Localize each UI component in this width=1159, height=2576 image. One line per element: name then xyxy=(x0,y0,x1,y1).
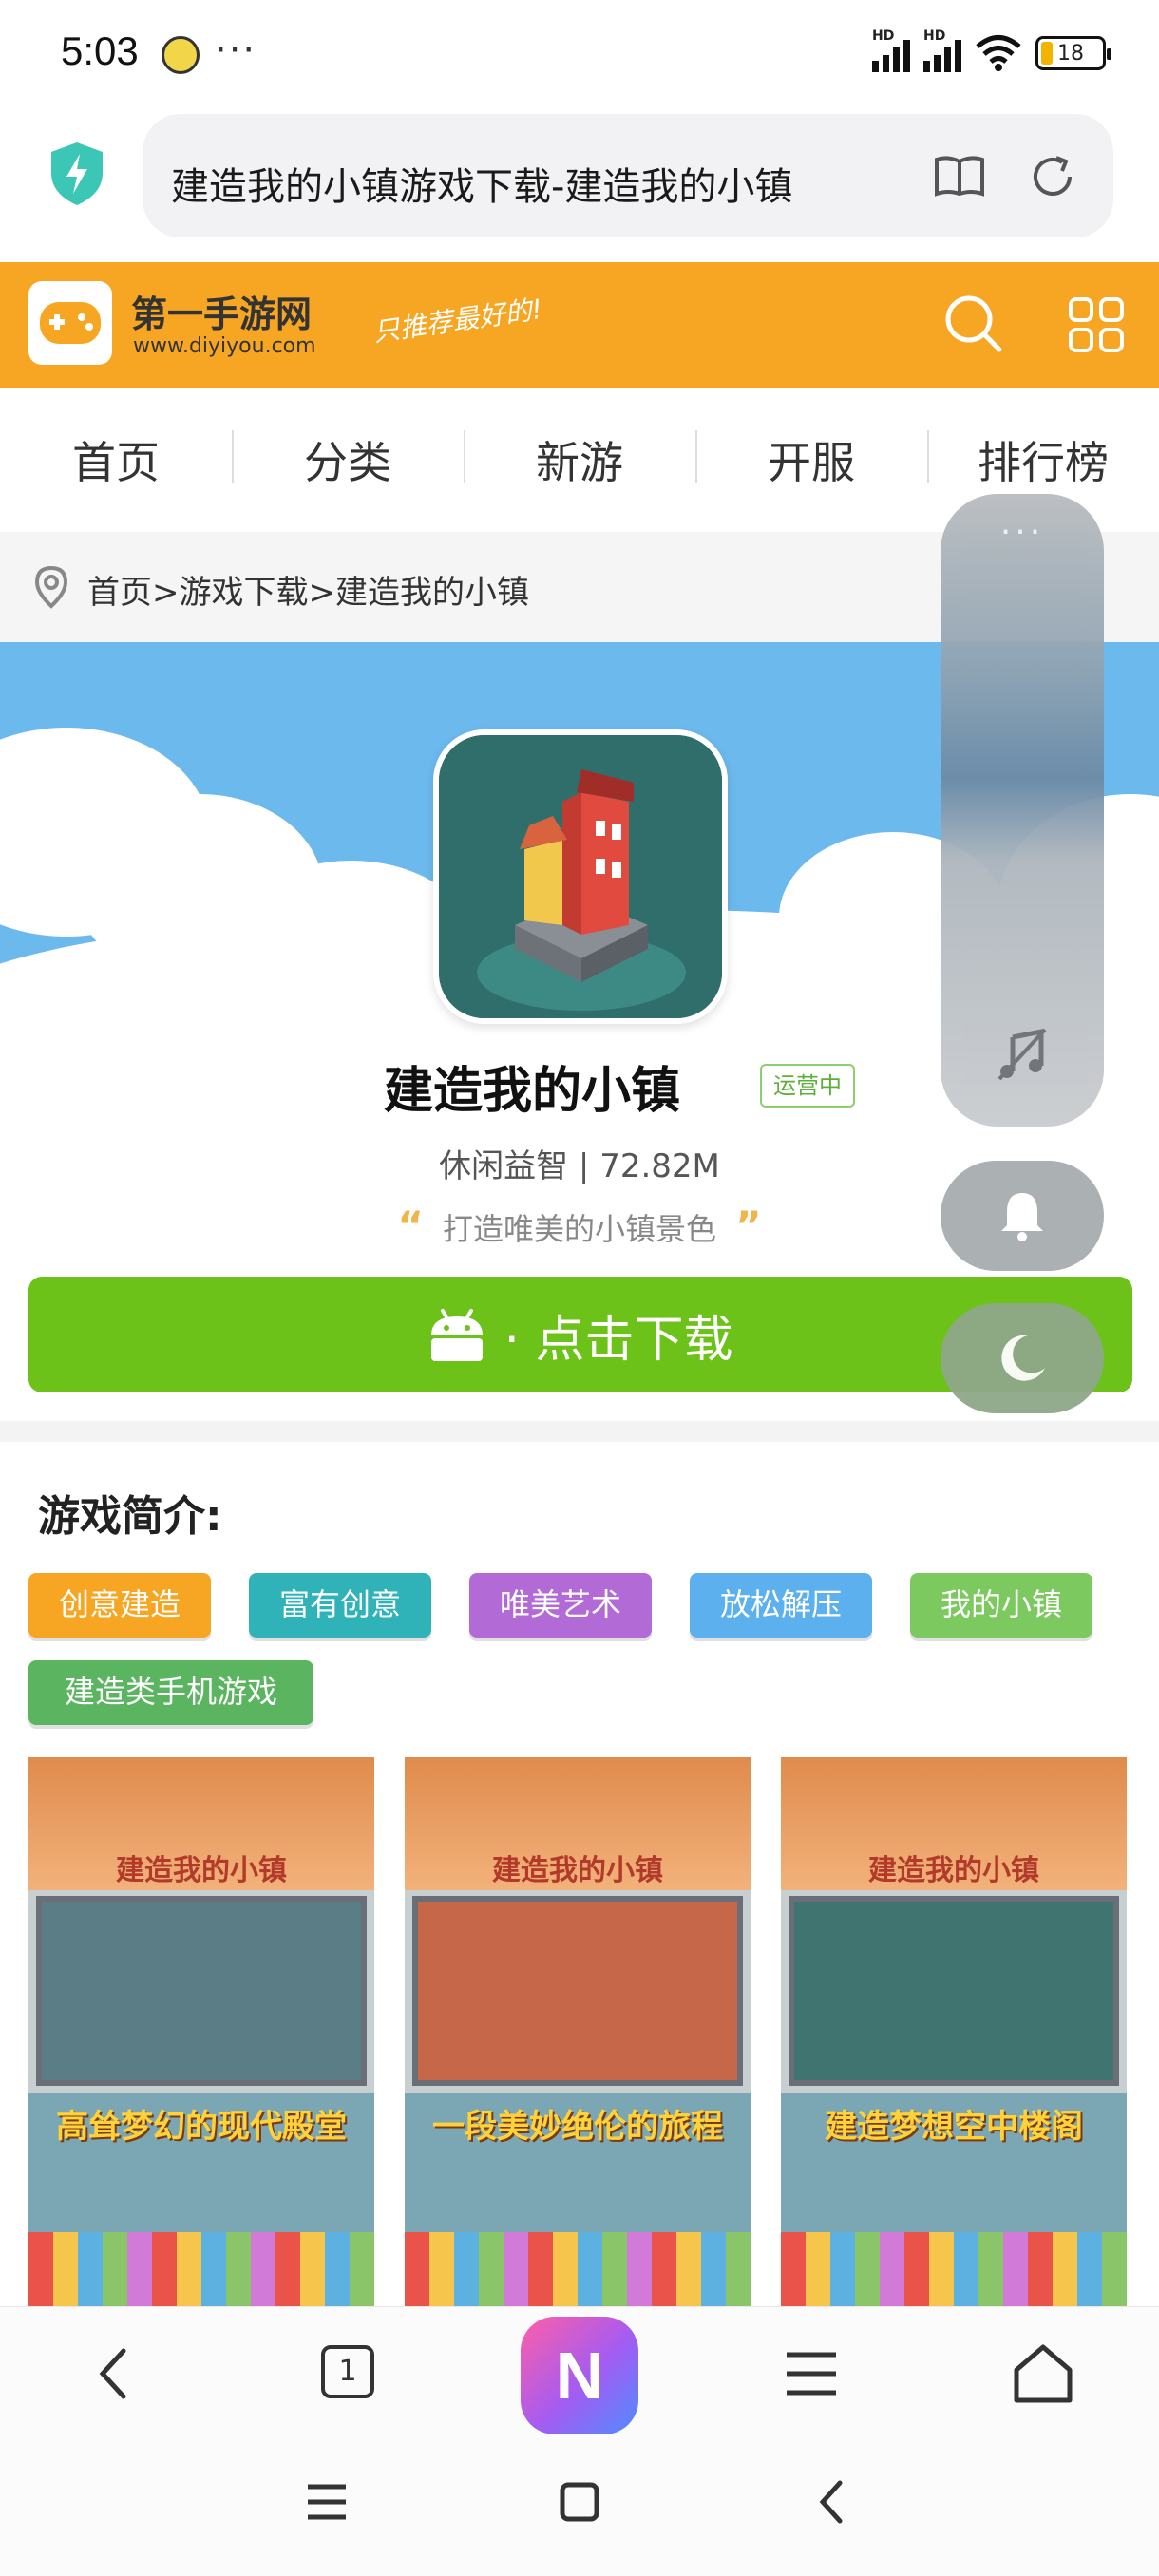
browser-bottom-toolbar: 1 N xyxy=(0,2306,1159,2435)
system-home-icon[interactable] xyxy=(551,2473,608,2530)
screenshot-caption: 建造梦想空中楼阁 xyxy=(825,2108,1083,2146)
search-icon[interactable] xyxy=(940,291,1005,355)
recent-apps-icon[interactable] xyxy=(298,2473,355,2530)
status-indicators: HD HD 18 xyxy=(872,28,1112,72)
download-label: · 点击下载 xyxy=(504,1311,733,1369)
home-icon[interactable] xyxy=(1005,2336,1081,2412)
nav-categories[interactable]: 分类 xyxy=(232,428,464,491)
dark-mode-toggle[interactable] xyxy=(940,1303,1104,1413)
reader-mode-icon[interactable] xyxy=(933,154,986,198)
game-app-icon[interactable] xyxy=(433,729,728,1024)
url-field[interactable]: 建造我的小镇游戏下载-建造我的小镇 xyxy=(142,114,1113,237)
menu-grid-icon[interactable] xyxy=(1068,296,1125,353)
system-navigation-bar xyxy=(0,2435,1159,2576)
nav-rankings[interactable]: 排行榜 xyxy=(927,428,1159,491)
network-type-label: HD xyxy=(872,28,895,44)
android-icon xyxy=(431,1309,484,1361)
nav-new-games[interactable]: 新游 xyxy=(464,428,695,491)
nav-servers[interactable]: 开服 xyxy=(695,428,927,491)
screenshot-logo: 建造我的小镇 xyxy=(492,1854,663,1887)
back-icon[interactable] xyxy=(76,2336,152,2412)
screenshot-thumbnail[interactable]: 建造我的小镇 一段美妙绝伦的旅程 xyxy=(405,1757,750,2308)
town-icon xyxy=(439,735,722,1018)
gamepad-icon xyxy=(40,302,101,344)
site-slogan: 只推荐最好的! xyxy=(370,293,544,349)
battery-level: 18 xyxy=(1057,41,1084,66)
floating-control-panel[interactable]: ··· xyxy=(940,494,1104,1127)
security-shield-icon[interactable] xyxy=(48,141,106,207)
tag-item[interactable]: 建造类手机游戏 xyxy=(28,1660,314,1725)
screenshot-caption: 一段美妙绝伦的旅程 xyxy=(432,2108,723,2146)
panel-more-icon[interactable]: ··· xyxy=(940,513,1104,552)
section-divider xyxy=(0,1421,1159,1442)
screenshot-thumbnail[interactable]: 建造我的小镇 建造梦想空中楼阁 xyxy=(781,1757,1127,2308)
tabs-button[interactable]: 1 xyxy=(321,2345,374,2398)
moon-icon xyxy=(1001,1335,1045,1381)
tag-item[interactable]: 唯美艺术 xyxy=(469,1573,652,1638)
notification-toggle[interactable] xyxy=(940,1161,1104,1271)
tag-item[interactable]: 创意建造 xyxy=(28,1573,211,1638)
network-type-label-2: HD xyxy=(923,28,946,44)
notification-app-icon xyxy=(162,36,200,74)
nav-home[interactable]: 首页 xyxy=(0,428,232,491)
screenshot-logo: 建造我的小镇 xyxy=(116,1854,287,1887)
bell-icon xyxy=(1001,1193,1043,1241)
tag-item[interactable]: 放松解压 xyxy=(690,1573,872,1638)
status-bar: 5:03 ··· HD HD 18 xyxy=(0,0,1159,104)
intro-heading: 游戏简介: xyxy=(38,1492,222,1541)
url-title[interactable]: 建造我的小镇游戏下载-建造我的小镇 xyxy=(171,156,855,211)
wifi-icon xyxy=(976,35,1021,71)
refresh-icon[interactable] xyxy=(1028,152,1077,201)
status-time: 5:03 xyxy=(61,28,139,73)
browser-address-bar: 建造我的小镇游戏下载-建造我的小镇 xyxy=(0,104,1159,256)
ai-assistant-button[interactable]: N xyxy=(521,2317,638,2434)
screenshot-caption: 高耸梦幻的现代殿堂 xyxy=(56,2108,347,2146)
tagline-text: 打造唯美的小镇景色 xyxy=(442,1211,716,1247)
site-domain: www.diyiyou.com xyxy=(133,334,316,358)
site-header: 第一手游网 www.diyiyou.com 只推荐最好的! xyxy=(0,262,1159,388)
screenshot-gallery: 建造我的小镇 高耸梦幻的现代殿堂 建造我的小镇 一段美妙绝伦的旅程 建造我的小镇… xyxy=(28,1757,1130,2308)
screenshot-thumbnail[interactable]: 建造我的小镇 高耸梦幻的现代殿堂 xyxy=(28,1757,374,2308)
quote-open-icon: “ xyxy=(397,1203,424,1249)
system-back-icon[interactable] xyxy=(804,2473,861,2530)
signal-icon: HD xyxy=(872,28,910,72)
menu-icon[interactable] xyxy=(773,2336,849,2412)
tag-item[interactable]: 富有创意 xyxy=(249,1573,431,1638)
more-notifications-icon: ··· xyxy=(215,28,257,72)
music-off-icon[interactable] xyxy=(994,1026,1051,1083)
quote-close-icon: ” xyxy=(735,1203,762,1249)
screenshot-logo: 建造我的小镇 xyxy=(868,1854,1039,1887)
battery-icon: 18 xyxy=(1036,36,1112,70)
tag-item[interactable]: 我的小镇 xyxy=(910,1573,1092,1638)
status-badge: 运营中 xyxy=(760,1064,855,1108)
location-pin-icon xyxy=(34,565,68,609)
site-logo[interactable] xyxy=(28,281,112,365)
signal-icon-2: HD xyxy=(923,28,961,72)
breadcrumb-text[interactable]: 首页>游戏下载>建造我的小镇 xyxy=(87,566,529,613)
site-name[interactable]: 第一手游网 xyxy=(131,285,312,337)
